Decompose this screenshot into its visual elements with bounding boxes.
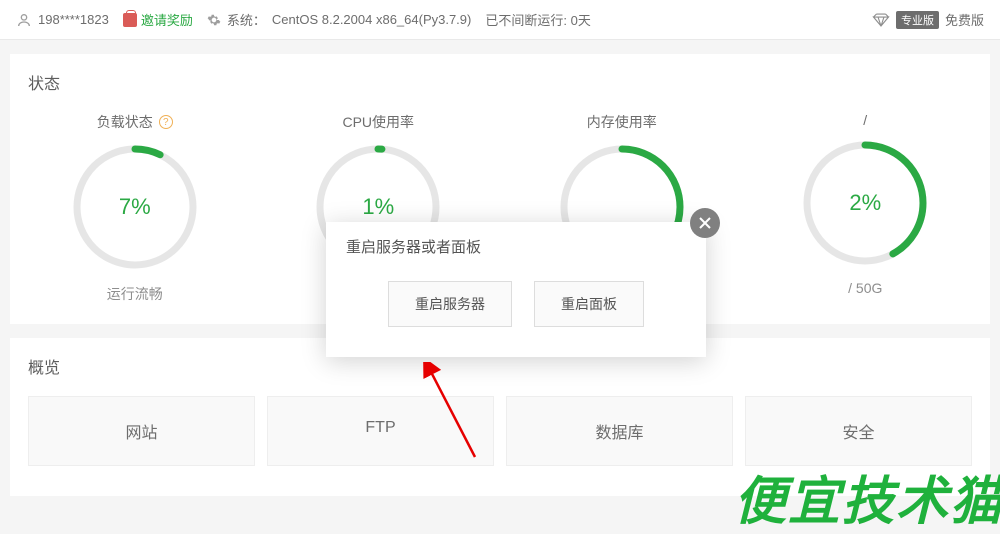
modal-title: 重启服务器或者面板: [326, 222, 706, 271]
restart-panel-button[interactable]: 重启面板: [534, 281, 644, 327]
watermark: 便宜技术猫: [734, 459, 1000, 534]
restart-server-button[interactable]: 重启服务器: [388, 281, 512, 327]
close-icon[interactable]: [690, 208, 720, 238]
restart-modal: 重启服务器或者面板 重启服务器 重启面板: [326, 222, 706, 357]
